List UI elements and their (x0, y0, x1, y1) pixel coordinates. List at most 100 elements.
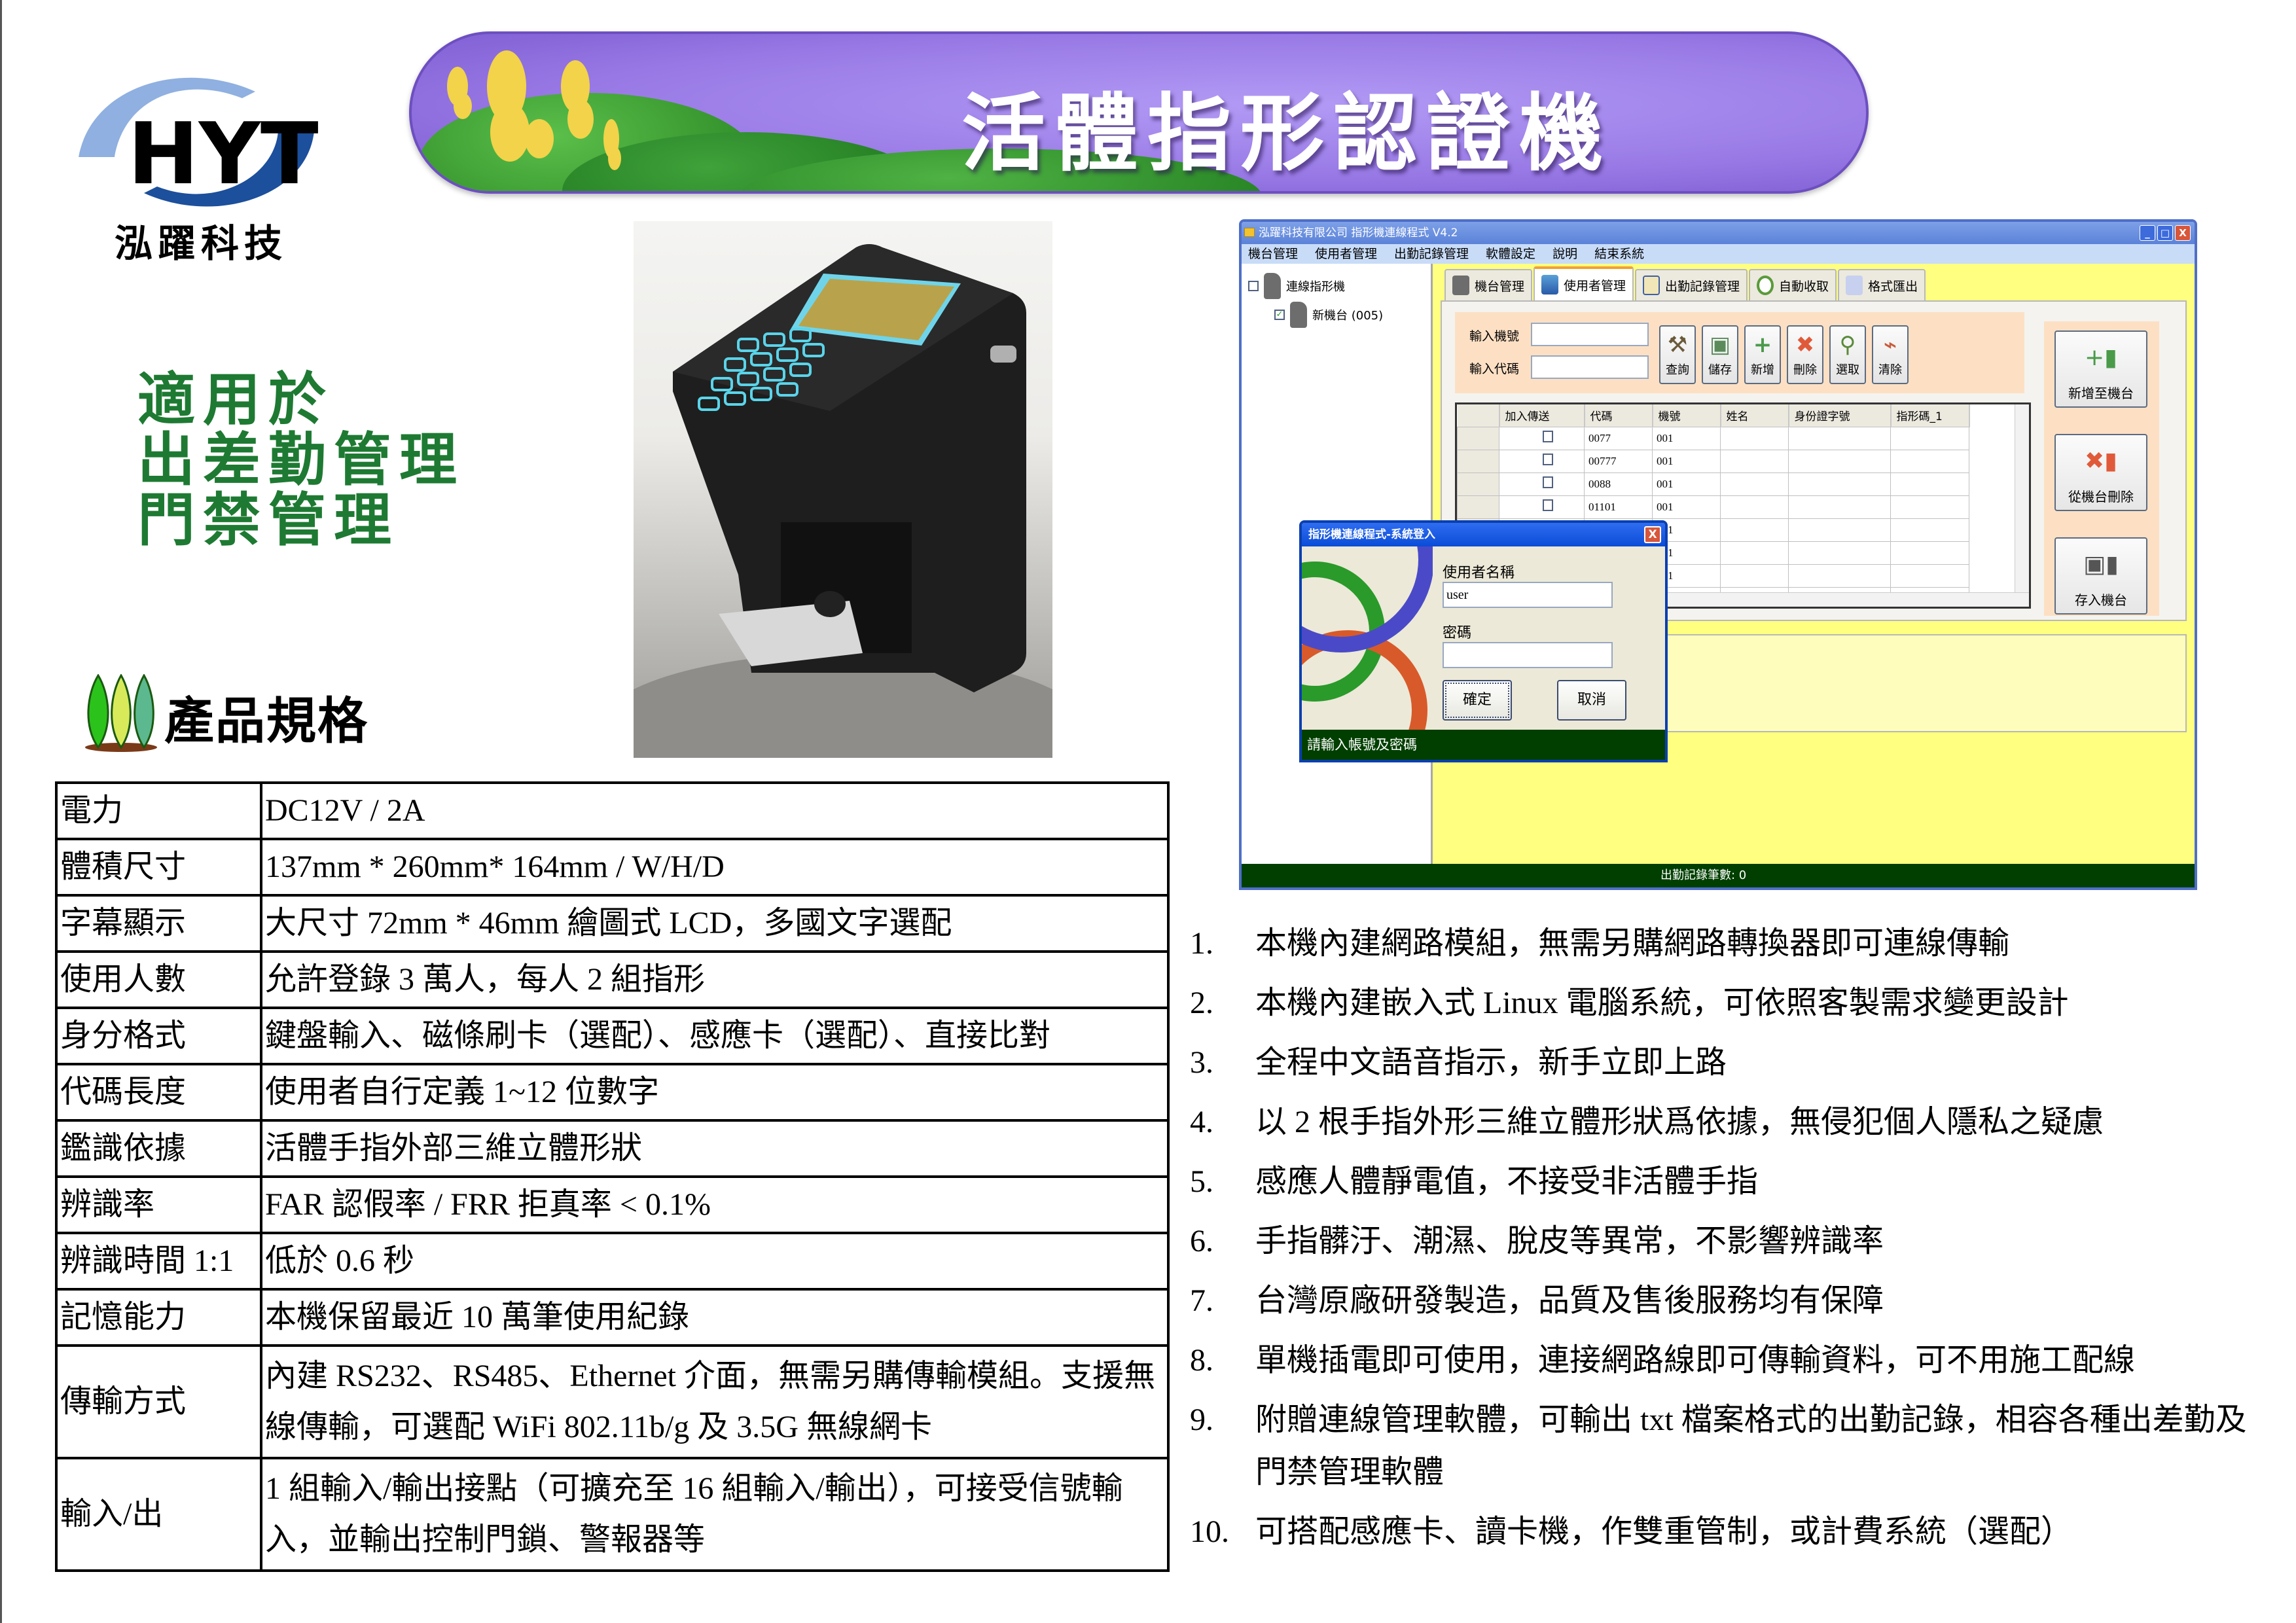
menu-machine[interactable]: 機台管理 (1248, 244, 1298, 264)
butterflies-icon (447, 50, 621, 170)
menu-exit[interactable]: 結束系統 (1594, 244, 1644, 264)
code-input[interactable] (1531, 355, 1649, 379)
grid-column-header[interactable]: 指形碼_1 (1890, 404, 1970, 427)
tree-root[interactable]: 連線指形機 (1248, 273, 1345, 299)
spec-key: 代碼長度 (55, 1063, 262, 1122)
logo-letters: HYT (128, 104, 319, 204)
device-icon (1290, 302, 1307, 328)
send-cell[interactable] (1499, 495, 1585, 519)
cancel-button[interactable]: 取消 (1557, 680, 1626, 721)
login-status-bar: 請輸入帳號及密碼 (1302, 730, 1665, 760)
code-cell: 0077 (1584, 426, 1653, 450)
button-label: 選取 (1836, 363, 1859, 377)
menu-help[interactable]: 說明 (1552, 244, 1577, 264)
username-input[interactable] (1443, 582, 1613, 608)
device-actions: +▮ 新增至機台 ✖▮ 從機台刪除 ▣▮ 存入機台 (2044, 321, 2159, 616)
grid-row[interactable]: 0077 001 (1457, 426, 1969, 450)
machine-cell: 001 (1652, 449, 1721, 473)
magnifier-icon: ⚲ (1839, 332, 1856, 358)
machine-number-input[interactable] (1531, 323, 1649, 346)
application-item: 門禁管理 (137, 486, 400, 554)
add-to-device-button[interactable]: +▮ 新增至機台 (2054, 330, 2147, 408)
applications-block: 適用於 出差勤管理 門禁管理 (137, 370, 465, 550)
code-cell: 01101 (1584, 495, 1653, 519)
delete-from-device-button[interactable]: ✖▮ 從機台刪除 (2054, 434, 2147, 511)
menu-settings[interactable]: 軟體設定 (1486, 244, 1535, 264)
tree-child[interactable]: ✓ 新機台 (005) (1274, 302, 1383, 328)
empty-cell (1788, 426, 1891, 450)
feature-text: 附贈連線管理軟體，可輸出 txt 檔案格式的出勤記錄，相容各種出差勤及門禁管理軟… (1255, 1402, 2247, 1489)
feature-item: 8. 單機插電即可使用，連接網路線即可傳輸資料，可不用施工配線 (1190, 1334, 2270, 1387)
broom-icon: ⌁ (1883, 332, 1897, 358)
row-header[interactable] (1457, 472, 1499, 496)
grid-column-header[interactable]: 代碼 (1584, 404, 1653, 427)
send-checkbox[interactable] (1543, 499, 1553, 511)
send-checkbox[interactable] (1543, 454, 1553, 465)
grid-column-header[interactable]: 身份證字號 (1788, 404, 1892, 427)
row-header[interactable] (1457, 495, 1499, 519)
grid-row[interactable]: 01101 001 (1457, 495, 1969, 519)
tab-attendance[interactable]: 出勤記錄管理 (1635, 269, 1748, 300)
grid-column-header[interactable]: 機號 (1652, 404, 1721, 427)
status-bar: 出勤記錄筆數: 0 (1242, 864, 2195, 887)
send-cell[interactable] (1499, 472, 1585, 496)
button-label: 從機台刪除 (2068, 489, 2134, 505)
add-to-device-icon: +▮ (2085, 344, 2117, 371)
feature-number: 10. (1190, 1514, 1229, 1549)
tab-auto-collect[interactable]: 自動收取 (1749, 269, 1837, 300)
grid-column-header[interactable]: 姓名 (1720, 404, 1789, 427)
spec-key: 記憶能力 (55, 1288, 262, 1347)
password-input[interactable] (1443, 642, 1613, 668)
feature-item: 2. 本機內建嵌入式 Linux 電腦系統，可依照客製需求變更設計 (1190, 977, 2270, 1029)
send-checkbox[interactable] (1543, 431, 1553, 442)
window-titlebar: 泓躍科技有限公司 指形機連線程式 V4.2 _ □ X (1242, 222, 2195, 244)
grid-row[interactable]: 00777 001 (1457, 449, 1969, 473)
menu-users[interactable]: 使用者管理 (1315, 244, 1377, 264)
row-header[interactable] (1457, 449, 1499, 473)
row-header[interactable] (1457, 426, 1499, 450)
login-close-button[interactable]: X (1644, 526, 1661, 543)
code-cell: 00777 (1584, 449, 1653, 473)
delete-x-icon: ✖ (1795, 332, 1815, 358)
spec-value: 活體手指外部三維立體形狀 (260, 1119, 1170, 1178)
spec-row: 鑑識依據 活體手指外部三維立體形狀 (55, 1119, 1170, 1178)
delete-button[interactable]: ✖ 刪除 (1787, 325, 1823, 384)
fingerprint-device-image (634, 244, 1052, 758)
spec-value: 大尺寸 72mm * 46mm 繪圖式 LCD，多國文字選配 (260, 894, 1170, 953)
menu-attendance[interactable]: 出勤記錄管理 (1394, 244, 1469, 264)
add-button[interactable]: + 新增 (1744, 325, 1781, 384)
select-button[interactable]: ⚲ 選取 (1829, 325, 1866, 384)
spec-value: 允許登錄 3 萬人，每人 2 組指形 (260, 950, 1170, 1009)
spec-row: 輸入/出 1 組輸入/輸出接點（可擴充至 16 組輸入/輸出），可接受信號輸入，並… (55, 1457, 1170, 1572)
spec-value: 1 組輸入/輸出接點（可擴充至 16 組輸入/輸出），可接受信號輸入，並輸出控制… (260, 1457, 1170, 1572)
tree-child-label: 新機台 (005) (1312, 309, 1384, 323)
feature-item: 3. 全程中文語音指示，新手立即上路 (1190, 1037, 2270, 1089)
feature-item: 6. 手指髒汙、潮濕、脫皮等異常，不影響辨識率 (1190, 1215, 2270, 1268)
delete-from-device-icon: ✖▮ (2085, 448, 2117, 474)
save-button[interactable]: ▣ 儲存 (1702, 325, 1738, 384)
clear-button[interactable]: ⌁ 清除 (1872, 325, 1909, 384)
applications-heading: 適用於 (137, 366, 334, 433)
grid-row[interactable]: 0088 001 (1457, 472, 1969, 496)
close-button[interactable]: X (2175, 225, 2191, 241)
tree-root-checkbox[interactable] (1248, 281, 1259, 291)
tree-child-checkbox[interactable]: ✓ (1274, 310, 1285, 320)
ok-button[interactable]: 確定 (1443, 680, 1512, 721)
spec-row: 體積尺寸 137mm * 260mm* 164mm / W/H/D (55, 838, 1170, 897)
save-to-device-button[interactable]: ▣▮ 存入機台 (2054, 537, 2147, 615)
grid-column-header[interactable]: 加入傳送 (1499, 404, 1585, 427)
tab-machine[interactable]: 機台管理 (1444, 269, 1533, 300)
send-checkbox[interactable] (1543, 476, 1553, 488)
spec-heading-text: 產品規格 (164, 692, 368, 750)
empty-cell (1890, 541, 1969, 565)
send-cell[interactable] (1499, 426, 1585, 450)
tab-export[interactable]: 格式匯出 (1838, 269, 1926, 300)
query-button[interactable]: ⚒ 查詢 (1659, 325, 1696, 384)
minimize-button[interactable]: _ (2140, 225, 2155, 241)
grid-vertical-scrollbar[interactable] (2015, 404, 2029, 607)
maximize-button[interactable]: □ (2157, 225, 2173, 241)
button-label: 清除 (1878, 363, 1902, 377)
empty-cell (1890, 495, 1969, 519)
send-cell[interactable] (1499, 449, 1585, 473)
tab-users[interactable]: 使用者管理 (1534, 266, 1634, 300)
